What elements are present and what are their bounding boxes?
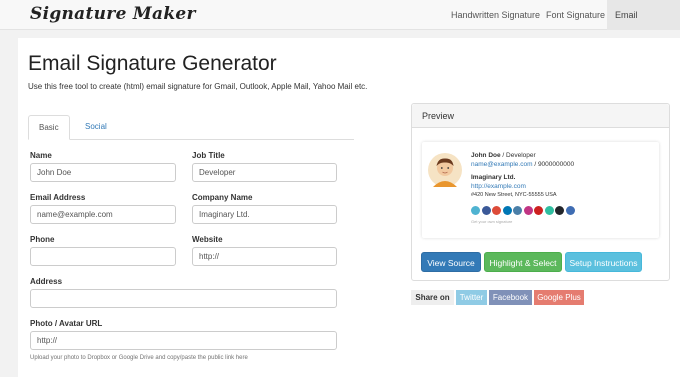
address-label: Address: [30, 277, 63, 286]
phone-label: Phone: [30, 235, 55, 244]
skype-icon[interactable]: [565, 206, 575, 215]
tab-basic[interactable]: Basic: [28, 115, 70, 140]
job-title-input[interactable]: Developer: [192, 163, 337, 182]
share-google-plus-button[interactable]: Google Plus: [534, 290, 584, 305]
preview-panel: Preview John Doe / Developer name@exampl…: [411, 103, 670, 281]
nav-link-handwritten-signature[interactable]: Handwritten Signature: [443, 0, 548, 30]
github-icon[interactable]: [513, 206, 522, 215]
vimeo-icon[interactable]: [471, 206, 480, 215]
signature-address: #420 New Street, NYC-55555 USA: [471, 192, 557, 198]
email-input[interactable]: name@example.com: [30, 205, 176, 224]
signature-contact: name@example.com / 9000000000: [471, 161, 574, 168]
signature-name-line: John Doe / Developer: [471, 152, 536, 159]
avatar: [428, 153, 462, 187]
website-input[interactable]: http://: [192, 247, 337, 266]
google-plus-icon[interactable]: [492, 206, 501, 215]
website-label: Website: [192, 235, 223, 244]
setup-instructions-button[interactable]: Setup Instructions: [565, 252, 642, 272]
main-container: Email Signature Generator Use this free …: [18, 38, 680, 377]
signature-name: John Doe: [471, 152, 501, 159]
company-label: Company Name: [192, 193, 253, 202]
signature-email-link[interactable]: name@example.com: [471, 161, 533, 168]
preview-heading: Preview: [412, 104, 669, 128]
youtube-icon[interactable]: [534, 206, 543, 215]
name-input[interactable]: John Doe: [30, 163, 176, 182]
job-title-label: Job Title: [192, 151, 225, 160]
instagram-icon[interactable]: [523, 206, 533, 215]
tab-social[interactable]: Social: [75, 115, 117, 140]
share-twitter-button[interactable]: Twitter: [456, 290, 487, 305]
vine-icon[interactable]: [544, 206, 554, 215]
view-source-button[interactable]: View Source: [421, 252, 481, 272]
page-subtitle: Use this free tool to create (html) emai…: [28, 82, 368, 91]
signature-company-url[interactable]: http://example.com: [471, 183, 526, 190]
address-input[interactable]: [30, 289, 337, 308]
photo-url-label: Photo / Avatar URL: [30, 319, 103, 328]
signature-footer[interactable]: Get your own signature: [471, 219, 512, 224]
signature-title: Developer: [506, 152, 536, 159]
nav-link-font-signature[interactable]: Font Signature: [538, 0, 613, 30]
navbar: Signature Maker Handwritten Signature Fo…: [0, 0, 680, 50]
photo-help-text: Upload your photo to Dropbox or Google D…: [30, 355, 248, 361]
share-facebook-button[interactable]: Facebook: [489, 290, 532, 305]
photo-url-input[interactable]: http://: [30, 331, 337, 350]
name-label: Name: [30, 151, 52, 160]
signature-company: Imaginary Ltd.: [471, 174, 516, 181]
signature-phone: 9000000000: [537, 161, 575, 168]
facebook-icon[interactable]: [481, 206, 491, 215]
linkedin-icon[interactable]: [502, 206, 512, 215]
brand-logo[interactable]: Signature Maker: [30, 4, 196, 24]
company-input[interactable]: Imaginary Ltd.: [192, 205, 337, 224]
signature-card: John Doe / Developer name@example.com / …: [422, 142, 659, 238]
share-on-label: Share on: [411, 290, 454, 305]
email-label: Email Address: [30, 193, 86, 202]
page-title: Email Signature Generator: [28, 52, 277, 75]
nav-link-email-signature[interactable]: Email Signature: [607, 0, 680, 50]
tumblr-icon[interactable]: [555, 206, 564, 215]
highlight-select-button[interactable]: Highlight & Select: [484, 252, 562, 272]
form-tabs: Basic Social: [28, 115, 354, 140]
phone-input[interactable]: [30, 247, 176, 266]
